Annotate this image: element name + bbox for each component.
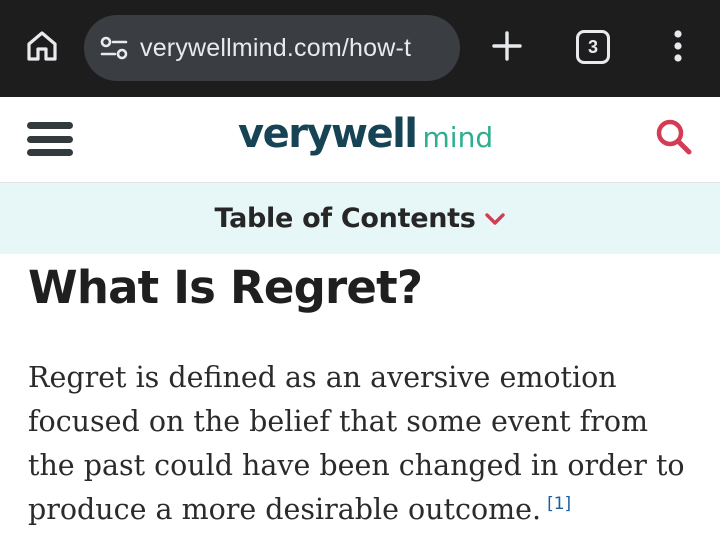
site-logo[interactable]: verywell mind — [238, 111, 493, 167]
citation-link[interactable]: [1] — [547, 494, 571, 514]
search-button[interactable] — [652, 117, 696, 161]
browser-menu-button[interactable] — [660, 24, 696, 72]
article-heading: What Is Regret? — [28, 261, 423, 314]
plus-icon — [491, 30, 523, 67]
site-header: verywell mind — [0, 97, 720, 183]
toc-label: Table of Contents — [214, 203, 476, 234]
hamburger-menu-icon[interactable] — [27, 119, 73, 159]
new-tab-button[interactable] — [484, 25, 530, 71]
more-vert-icon — [672, 29, 684, 68]
paragraph-text: Regret is defined as an aversive emotion… — [28, 361, 685, 526]
article-body: What Is Regret? Regret is defined as an … — [28, 254, 698, 532]
tune-icon[interactable] — [98, 32, 130, 64]
browser-toolbar: verywellmind.com/how-t 3 — [0, 0, 720, 97]
logo-subbrand: mind — [422, 121, 494, 154]
home-icon — [25, 29, 59, 68]
logo-wordmark: verywell — [238, 111, 418, 157]
url-text: verywellmind.com/how-t — [140, 33, 412, 62]
tab-switcher-button[interactable]: 3 — [576, 30, 610, 64]
home-button[interactable] — [18, 24, 66, 72]
address-bar[interactable]: verywellmind.com/how-t — [84, 15, 460, 81]
article-paragraph: Regret is defined as an aversive emotion… — [28, 356, 698, 532]
table-of-contents-toggle[interactable]: Table of Contents — [0, 183, 720, 254]
search-icon — [654, 117, 694, 162]
chevron-down-icon — [484, 208, 506, 230]
